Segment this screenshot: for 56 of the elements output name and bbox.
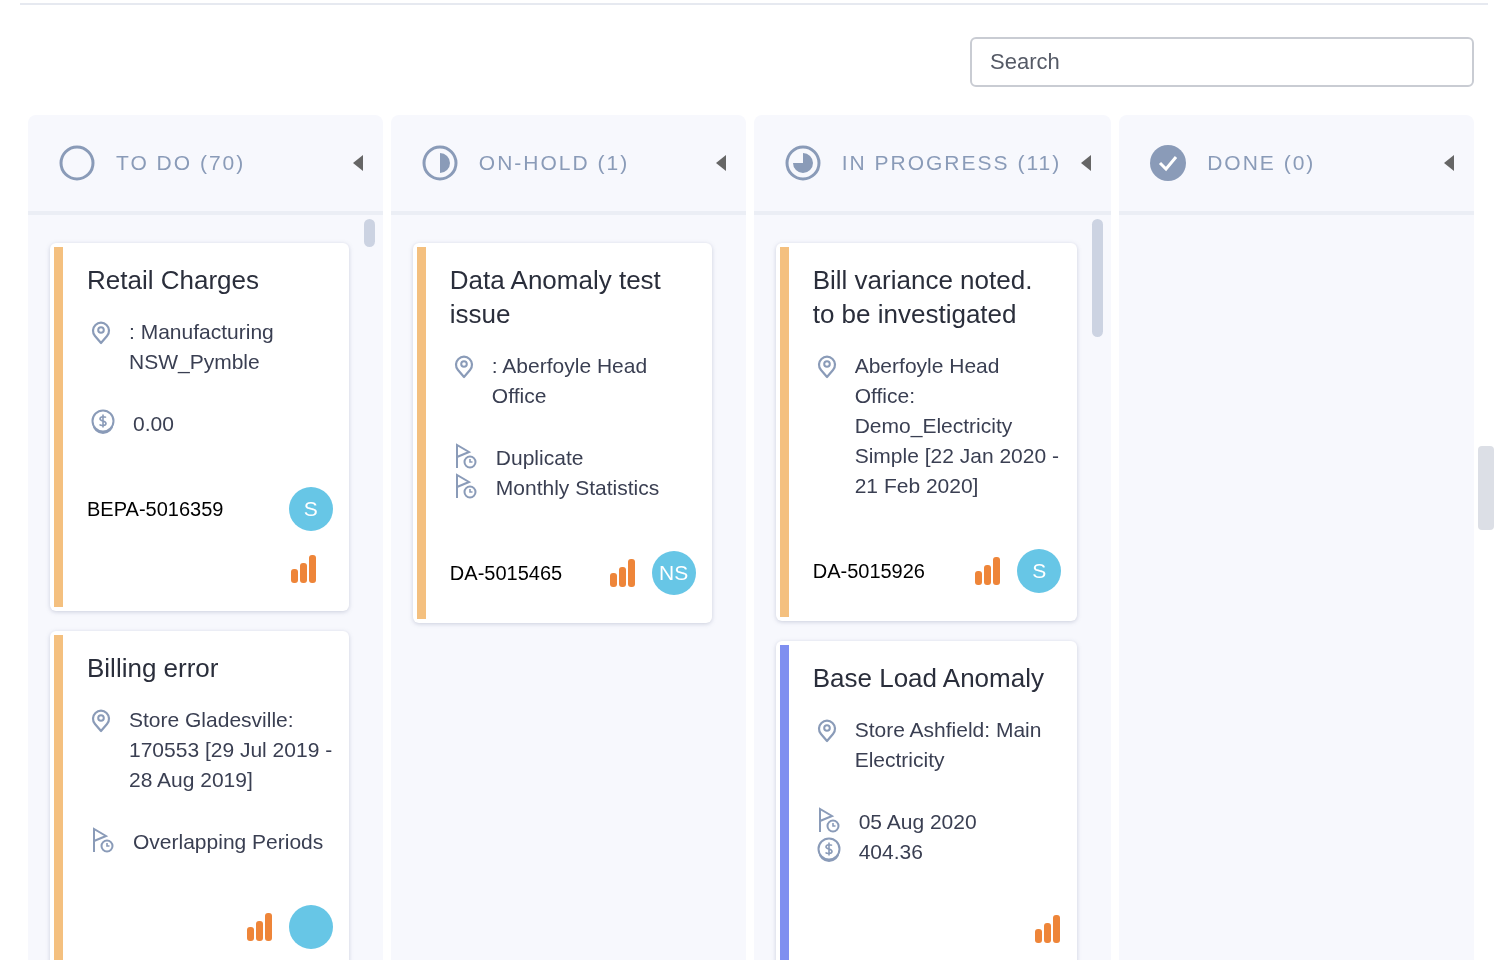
collapse-caret-icon[interactable] [1444,155,1454,171]
scrollbar-thumb[interactable] [1092,219,1104,337]
priority-bars-icon [609,559,636,587]
column-title: ON-HOLD (1) [478,150,631,177]
location-pin-icon [453,355,474,379]
card-detail: Duplicate [495,445,584,471]
dollar-coin-icon [816,837,841,863]
flag-clock-icon [453,473,478,499]
flag-clock-icon [453,443,478,469]
page-scrollbar-thumb[interactable] [1478,446,1494,530]
flag-clock-icon [91,827,115,853]
card-detail: 404.36 [858,839,923,865]
card-detail: : Aberfoyle Head Office [491,353,649,409]
ticket-id: DA-5015926 [812,559,926,584]
card-title: Base Load Anomaly [812,662,1045,695]
task-card[interactable]: Bill variance noted. to be investigated Aberfoyle Head Office: Demo_Electricity Simple [22 Jan 2020 - 21 Feb 2020] DA-5015926 S [775,243,1078,621]
empty-circle-icon [58,144,96,182]
card-title: Retail Charges [87,264,260,297]
priority-bars-icon [975,557,1002,585]
pie-circle-icon [783,144,822,182]
dollar-coin-icon [91,409,115,435]
card-detail: Store Gladesville: 170553 [29 Jul 2019 - 28 Aug 2019] [129,707,333,793]
collapse-caret-icon[interactable] [352,155,363,171]
card-detail: Monthly Statistics [495,475,660,501]
collapse-caret-icon[interactable] [715,155,726,171]
card-detail: 0.00 [133,411,174,437]
flag-clock-icon [816,807,841,833]
ticket-id: BEPA-5016359 [87,497,224,522]
location-pin-icon [91,709,111,733]
priority-bars-icon [290,555,317,583]
column-title: DONE (0) [1207,150,1317,177]
task-card[interactable]: Retail Charges : Manufacturing NSW_Pymble 0.00 BEPA-5016359 S [50,243,349,611]
card-title: Billing error [87,652,220,685]
task-card[interactable]: Base Load Anomaly Store Ashfield: Main Electricity 05 Aug 2020 404.36 [775,641,1078,960]
location-pin-icon [91,321,111,345]
task-card[interactable]: Billing error Store Gladesville: 170553 [29 Jul 2019 - 28 Aug 2019] Overlapping Periods [50,631,349,960]
collapse-caret-icon[interactable] [1081,155,1092,171]
scrollbar-thumb[interactable] [363,219,375,247]
card-detail: : Manufacturing NSW_Pymble [129,319,275,376]
card-detail: Aberfoyle Head Office: Demo_Electricity Simple [22 Jan 2020 - 21 Feb 2020] [854,353,1060,499]
location-pin-icon [816,355,837,379]
card-detail: 05 Aug 2020 [858,809,977,835]
ticket-id: DA-5015465 [449,561,564,586]
search-field[interactable]: Search [970,37,1474,87]
location-pin-icon [816,719,837,743]
card-detail: Store Ashfield: Main Electricity [854,717,1043,773]
priority-bars-icon [1035,915,1062,943]
card-title: Data Anomaly test issue [449,264,662,331]
half-circle-icon [420,144,459,182]
task-card[interactable]: Data Anomaly test issue : Aberfoyle Head Office Duplicate Monthly Statistics DA-5015465 NS [412,243,712,623]
column-title: TO DO (70) [116,150,247,177]
card-detail: Overlapping Periods [133,829,324,855]
card-title: Bill variance noted. to be investigated [812,264,1034,331]
priority-bars-icon [246,913,273,941]
check-circle-icon [1149,144,1188,182]
column-title: IN PROGRESS (11) [841,150,1062,177]
